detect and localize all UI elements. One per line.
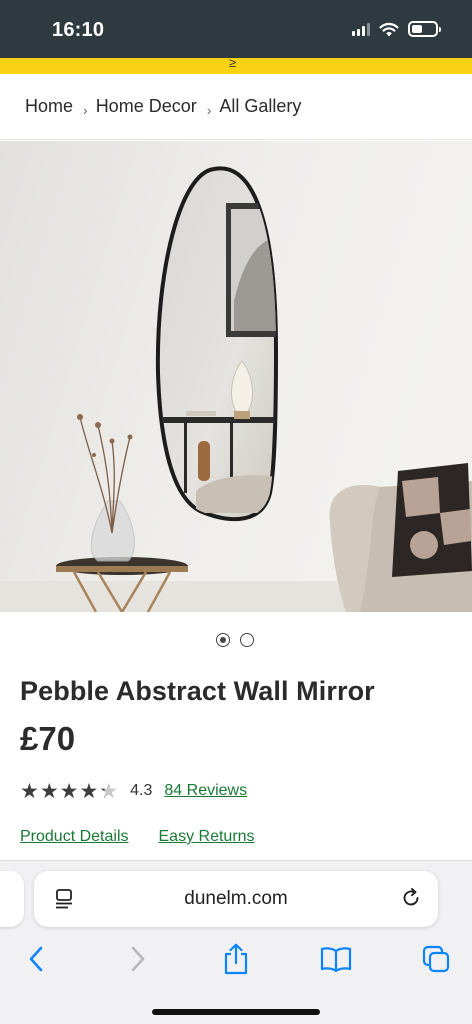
share-button[interactable] xyxy=(218,941,254,977)
breadcrumb-home[interactable]: Home xyxy=(25,96,73,117)
wifi-icon xyxy=(379,22,399,36)
page-menu-icon[interactable] xyxy=(54,888,74,910)
star-half-icon: ★ xyxy=(99,779,119,803)
address-bar[interactable]: dunelm.com xyxy=(34,871,438,927)
star-icon: ★ xyxy=(59,779,79,803)
detail-links: Product Details Easy Returns xyxy=(20,828,255,846)
promo-banner[interactable]: ≥ xyxy=(0,58,472,74)
breadcrumb: Home › Home Decor › All Gallery xyxy=(0,74,472,140)
breadcrumb-all-gallery[interactable]: All Gallery xyxy=(219,96,301,117)
breadcrumb-separator: › xyxy=(206,101,212,118)
reviews-link[interactable]: 84 Reviews xyxy=(164,782,247,800)
star-icon: ★ xyxy=(79,779,99,803)
forward-icon xyxy=(131,946,145,972)
back-button[interactable] xyxy=(18,941,54,977)
status-bar: 16:10 xyxy=(0,0,472,58)
easy-returns-link[interactable]: Easy Returns xyxy=(159,828,255,846)
product-photo xyxy=(0,141,472,612)
rating-stars: ★ ★ ★ ★ ★ xyxy=(20,781,118,802)
back-icon xyxy=(29,946,43,972)
product-title: Pebble Abstract Wall Mirror xyxy=(20,676,375,706)
bookmarks-icon xyxy=(320,947,352,972)
image-carousel-dots xyxy=(216,633,254,647)
carousel-dot-2[interactable] xyxy=(240,633,254,647)
rating-value: 4.3 xyxy=(130,782,153,799)
browser-bottom-bar: dunelm.com xyxy=(0,860,472,1024)
tabs-icon xyxy=(422,945,450,973)
forward-button[interactable] xyxy=(120,941,156,977)
bookmarks-button[interactable] xyxy=(318,941,354,977)
promo-banner-text: ≥ xyxy=(229,58,237,70)
share-icon xyxy=(224,943,248,975)
browser-toolbar xyxy=(0,941,472,977)
url-text: dunelm.com xyxy=(184,888,288,909)
battery-icon xyxy=(408,21,441,37)
status-time: 16:10 xyxy=(52,19,105,41)
cellular-signal-icon xyxy=(352,22,370,36)
tabs-button[interactable] xyxy=(418,941,454,977)
home-indicator xyxy=(152,1009,320,1015)
product-details-link[interactable]: Product Details xyxy=(20,828,129,846)
star-icon: ★ xyxy=(39,779,59,803)
rating-row: ★ ★ ★ ★ ★ 4.3 84 Reviews xyxy=(20,779,247,803)
star-icon: ★ xyxy=(20,779,39,803)
product-image[interactable] xyxy=(0,141,472,612)
breadcrumb-home-decor[interactable]: Home Decor xyxy=(96,96,197,117)
breadcrumb-separator: › xyxy=(83,101,88,118)
product-price: £70 xyxy=(20,720,76,757)
previous-tab-peek[interactable] xyxy=(0,871,24,927)
carousel-dot-1[interactable] xyxy=(216,633,230,647)
status-icons xyxy=(352,21,441,37)
reload-icon[interactable] xyxy=(400,887,422,909)
